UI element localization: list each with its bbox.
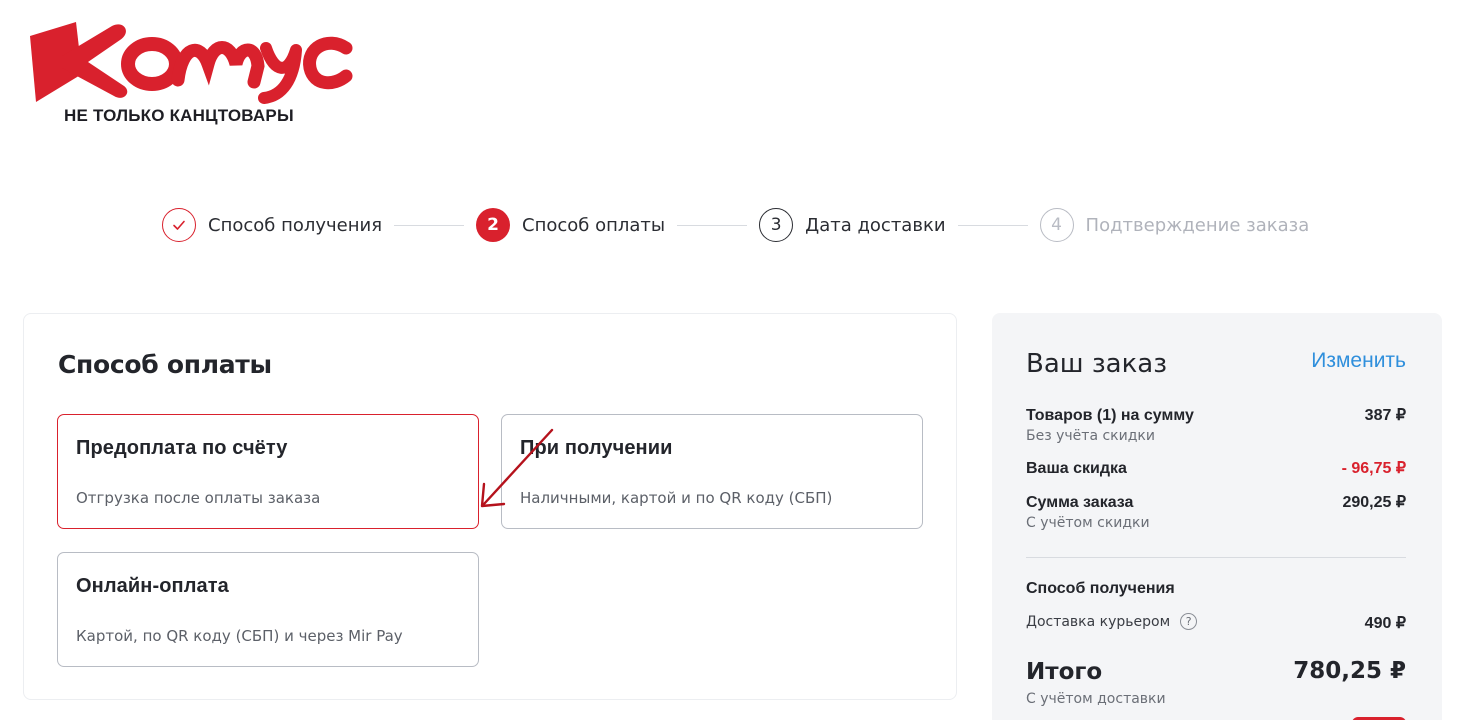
delivery-section-row: Способ получения xyxy=(1026,580,1406,598)
option-subtitle: Отгрузка после оплаты заказа xyxy=(76,489,321,507)
option-title: При получении xyxy=(520,437,673,459)
option-title: Онлайн-оплата xyxy=(76,575,229,597)
step-delivery-method[interactable]: Способ получения xyxy=(162,208,382,242)
items-value: 387 ₽ xyxy=(1364,407,1406,424)
sum-label: Сумма заказа xyxy=(1026,494,1134,511)
discount-row: Ваша скидка - 96,75 ₽ xyxy=(1026,458,1406,478)
items-note: Без учёта скидки xyxy=(1026,428,1155,444)
delivery-label: Доставка курьером xyxy=(1026,613,1171,630)
step-connector xyxy=(677,224,748,226)
payment-title: Способ оплаты xyxy=(58,350,272,379)
order-sum-row: Сумма заказа 290,25 ₽ xyxy=(1026,492,1406,512)
step-order-confirmation: 4 Подтверждение заказа xyxy=(1039,208,1310,242)
help-icon[interactable]: ? xyxy=(1180,613,1198,630)
delivery-section-title: Способ получения xyxy=(1026,580,1175,597)
step-number: 4 xyxy=(1039,208,1074,242)
step-label: Подтверждение заказа xyxy=(1085,214,1310,236)
check-icon xyxy=(162,208,196,242)
step-label: Способ оплаты xyxy=(522,214,666,236)
step-number: 3 xyxy=(759,208,794,242)
step-delivery-date: 3 Дата доставки xyxy=(759,208,946,242)
items-total-row: Товаров (1) на сумму 387 ₽ xyxy=(1026,405,1406,425)
step-connector xyxy=(957,224,1028,226)
sum-note: С учётом скидки xyxy=(1026,515,1150,531)
step-label: Дата доставки xyxy=(805,214,946,236)
brand-logo[interactable]: НЕ ТОЛЬКО КАНЦТОВАРЫ xyxy=(28,16,358,130)
edit-order-link[interactable]: Изменить xyxy=(1311,349,1406,373)
order-summary: Ваш заказ Изменить Товаров (1) на сумму … xyxy=(992,313,1442,720)
option-subtitle: Картой, по QR коду (СБП) и через Mir Pay xyxy=(76,627,403,645)
total-note: С учётом доставки xyxy=(1026,691,1166,707)
total-value: 780,25 ₽ xyxy=(1293,658,1406,684)
total-label: Итого xyxy=(1026,659,1103,685)
discount-label: Ваша скидка xyxy=(1026,460,1127,477)
option-online-payment[interactable]: Онлайн-оплата Картой, по QR коду (СБП) и… xyxy=(57,552,479,667)
step-label: Способ получения xyxy=(208,214,383,236)
payment-method-panel: Способ оплаты Предоплата по счёту Отгруз… xyxy=(23,313,957,700)
option-pay-on-receipt[interactable]: При получении Наличными, картой и по QR … xyxy=(501,414,923,529)
option-prepayment-invoice[interactable]: Предоплата по счёту Отгрузка после оплат… xyxy=(57,414,479,529)
option-title: Предоплата по счёту xyxy=(76,437,288,459)
discount-value: - 96,75 ₽ xyxy=(1341,460,1406,477)
step-connector xyxy=(394,224,465,226)
sum-value: 290,25 ₽ xyxy=(1342,494,1406,511)
items-label: Товаров (1) на сумму xyxy=(1026,407,1194,424)
divider xyxy=(1026,557,1406,558)
logo-tagline: НЕ ТОЛЬКО КАНЦТОВАРЫ xyxy=(64,106,294,125)
step-number: 2 xyxy=(476,208,511,242)
delivery-method-row: Доставка курьером ? xyxy=(1026,613,1198,630)
order-title: Ваш заказ xyxy=(1026,349,1168,379)
step-payment-method[interactable]: 2 Способ оплаты xyxy=(476,208,665,242)
delivery-value: 490 ₽ xyxy=(1364,615,1406,632)
option-subtitle: Наличными, картой и по QR коду (СБП) xyxy=(520,489,833,507)
checkout-stepper: Способ получения 2 Способ оплаты 3 Дата … xyxy=(162,207,1309,243)
logo-mark-icon xyxy=(30,22,353,104)
